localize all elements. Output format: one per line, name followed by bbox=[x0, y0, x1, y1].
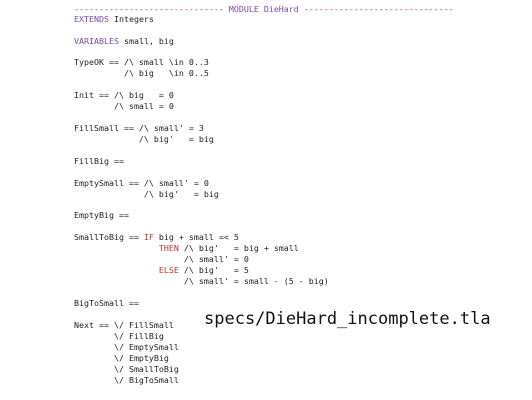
code-token: \/ EmptySmall bbox=[74, 342, 179, 352]
code-line: /\ big' = big bbox=[74, 134, 214, 144]
code-token: /\ big' = big bbox=[74, 134, 214, 144]
keyword-token: MODULE DieHard bbox=[228, 4, 299, 14]
code-line: Init == /\ big = 0 bbox=[74, 90, 174, 100]
code-token: big + small =< 5 bbox=[153, 232, 239, 242]
code-token: EmptyBig == bbox=[74, 210, 129, 220]
code-line: THEN /\ big' = big + small bbox=[74, 243, 299, 253]
code-line: /\ big' = big bbox=[74, 189, 219, 199]
code-token: /\ big' = 5 bbox=[178, 265, 249, 275]
code-editor[interactable]: ------------------------------ MODULE Di… bbox=[0, 0, 532, 400]
code-line: \/ BigToSmall bbox=[74, 375, 179, 385]
code-line: FillBig == bbox=[74, 156, 124, 166]
code-line: ELSE /\ big' = 5 bbox=[74, 265, 249, 275]
code-token: /\ big \in 0..5 bbox=[74, 68, 209, 78]
code-token: \/ SmallToBig bbox=[74, 364, 179, 374]
code-token: /\ big' = big bbox=[74, 189, 219, 199]
control-token: ------------------------------ bbox=[74, 4, 229, 14]
code-token: Next == \/ FillSmall bbox=[74, 320, 174, 330]
code-token: EmptySmall == /\ small' = 0 bbox=[74, 178, 209, 188]
code-line: TypeOK == /\ small \in 0..3 bbox=[74, 57, 209, 67]
code-line: EXTENDS Integers bbox=[74, 14, 154, 24]
control-token: THEN bbox=[158, 243, 179, 253]
code-line: Next == \/ FillSmall bbox=[74, 320, 174, 330]
code-token: /\ small = 0 bbox=[74, 101, 174, 111]
code-line: /\ small' = 0 bbox=[74, 254, 249, 264]
keyword-token: EXTENDS bbox=[74, 14, 109, 24]
code-line: ------------------------------ MODULE Di… bbox=[74, 4, 454, 14]
code-line: /\ small' = small - (5 - big) bbox=[74, 276, 329, 286]
code-token: \/ EmptyBig bbox=[74, 353, 169, 363]
code-token: FillBig == bbox=[74, 156, 124, 166]
code-line: /\ small = 0 bbox=[74, 101, 174, 111]
control-token: ELSE bbox=[158, 265, 179, 275]
code-line: \/ FillBig bbox=[74, 331, 164, 341]
file-path-caption: specs/DieHard_incomplete.tla bbox=[204, 309, 491, 329]
code-token: TypeOK == /\ small \in 0..3 bbox=[74, 57, 209, 67]
code-line: \/ EmptyBig bbox=[74, 353, 169, 363]
control-token: ------------------------------ bbox=[298, 4, 454, 14]
keyword-token: VARIABLES bbox=[74, 36, 119, 46]
code-token: Integers bbox=[108, 14, 154, 24]
code-line: \/ EmptySmall bbox=[74, 342, 179, 352]
code-token: FillSmall == /\ small' = 3 bbox=[74, 123, 204, 133]
code-line: /\ big \in 0..5 bbox=[74, 68, 209, 78]
code-token: /\ small' = 0 bbox=[74, 254, 249, 264]
code-line: SmallToBig == IF big + small =< 5 bbox=[74, 232, 239, 242]
code-line: EmptyBig == bbox=[74, 210, 129, 220]
code-token: BigToSmall == bbox=[74, 298, 139, 308]
code-token: /\ small' = small - (5 - big) bbox=[74, 276, 329, 286]
code-line: BigToSmall == bbox=[74, 298, 139, 308]
code-token: /\ big' = big + small bbox=[178, 243, 299, 253]
code-line: FillSmall == /\ small' = 3 bbox=[74, 123, 204, 133]
code-token: \/ BigToSmall bbox=[74, 375, 179, 385]
code-token: Init == /\ big = 0 bbox=[74, 90, 174, 100]
code-token: \/ FillBig bbox=[74, 331, 164, 341]
code-line: EmptySmall == /\ small' = 0 bbox=[74, 178, 209, 188]
code-line: VARIABLES small, big bbox=[74, 36, 174, 46]
code-line: \/ SmallToBig bbox=[74, 364, 179, 374]
code-token: small, big bbox=[118, 36, 174, 46]
control-token: IF bbox=[143, 232, 154, 242]
code-token: SmallToBig == bbox=[74, 232, 144, 242]
